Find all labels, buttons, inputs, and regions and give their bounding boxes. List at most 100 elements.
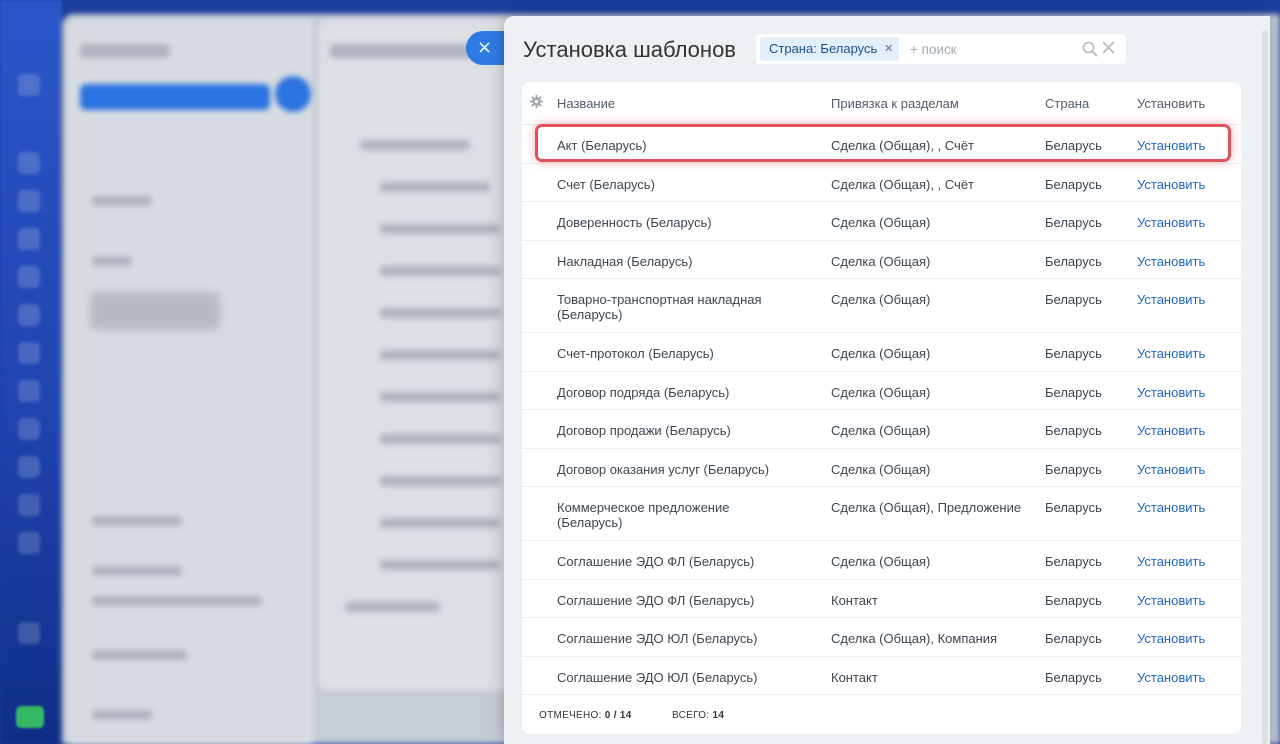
- background-line: [92, 650, 187, 660]
- background-line: [360, 140, 470, 150]
- background-line: [380, 182, 490, 192]
- template-sections: Сделка (Общая): [831, 346, 931, 361]
- install-link[interactable]: Установить: [1137, 346, 1205, 361]
- template-country: Беларусь: [1045, 670, 1102, 685]
- background-line: [345, 602, 440, 612]
- table-row: Соглашение ЭДО ЮЛ (Беларусь) Сделка (Обща…: [522, 617, 1241, 657]
- install-link[interactable]: Установить: [1137, 215, 1205, 230]
- table-header: Название Привязка к разделам Страна Уста…: [522, 82, 1241, 125]
- background-title: [80, 44, 170, 58]
- template-name: Договор продажи (Беларусь): [557, 423, 731, 438]
- template-sections: Сделка (Общая), , Счёт: [831, 177, 974, 192]
- table-row: Доверенность (Беларусь) Сделка (Общая) Бел…: [522, 201, 1241, 241]
- checked-counter: ОТМЕЧЕНО: 0 / 14: [539, 710, 632, 721]
- install-link[interactable]: Установить: [1137, 177, 1205, 192]
- gear-icon[interactable]: [530, 95, 543, 108]
- column-header-install[interactable]: Установить: [1137, 96, 1205, 111]
- table-row: Договор подряда (Беларусь) Сделка (Общая)…: [522, 371, 1241, 410]
- install-link[interactable]: Установить: [1137, 500, 1205, 515]
- background-line: [92, 196, 152, 206]
- install-link[interactable]: Установить: [1137, 631, 1205, 646]
- background-line: [380, 434, 500, 444]
- install-link[interactable]: Установить: [1137, 670, 1205, 685]
- template-name: Коммерческое предложение (Беларусь): [557, 500, 730, 530]
- background-line: [380, 308, 500, 318]
- search-icon[interactable]: [1082, 41, 1098, 57]
- template-sections: Контакт: [831, 593, 878, 608]
- column-header-country[interactable]: Страна: [1045, 96, 1089, 111]
- background-line: [380, 476, 500, 486]
- panel-scrollbar[interactable]: [1262, 30, 1268, 744]
- table-row: Соглашение ЭДО ФЛ (Беларусь) Сделка (Обща…: [522, 540, 1241, 580]
- background-line: [380, 518, 500, 528]
- template-name: Акт (Беларусь): [557, 138, 647, 153]
- template-name: Товарно-транспортная накладная (Беларусь…: [557, 292, 762, 322]
- background-line: [92, 596, 262, 606]
- remove-filter-icon[interactable]: ✕: [884, 37, 893, 61]
- template-name: Договор оказания услуг (Беларусь): [557, 462, 770, 477]
- background-line: [92, 516, 182, 526]
- clear-search-icon[interactable]: [1102, 41, 1115, 54]
- install-link[interactable]: Установить: [1137, 423, 1205, 438]
- template-name: Соглашение ЭДО ФЛ (Беларусь): [557, 554, 755, 569]
- install-link[interactable]: Установить: [1137, 254, 1205, 269]
- template-name: Соглашение ЭДО ЮЛ (Беларусь): [557, 631, 758, 646]
- table-row: Коммерческое предложение (Беларусь) Сделк…: [522, 486, 1241, 541]
- template-sections: Контакт: [831, 670, 878, 685]
- install-link[interactable]: Установить: [1137, 462, 1205, 477]
- filter-tag-label: Страна: Беларусь: [769, 41, 878, 56]
- column-header-sections[interactable]: Привязка к разделам: [831, 96, 959, 111]
- background-sidebar: [0, 0, 62, 744]
- install-link[interactable]: Установить: [1137, 593, 1205, 608]
- template-sections: Сделка (Общая): [831, 292, 931, 307]
- table-row: Накладная (Беларусь) Сделка (Общая) Белару…: [522, 240, 1241, 279]
- template-name: Счет (Беларусь): [557, 177, 655, 192]
- template-country: Беларусь: [1045, 138, 1102, 153]
- template-country: Беларусь: [1045, 346, 1102, 361]
- background-amount: [90, 292, 220, 330]
- template-sections: Сделка (Общая), , Счёт: [831, 138, 974, 153]
- template-sections: Сделка (Общая): [831, 385, 931, 400]
- install-link[interactable]: Установить: [1137, 138, 1205, 153]
- install-link[interactable]: Установить: [1137, 292, 1205, 307]
- template-country: Беларусь: [1045, 500, 1102, 515]
- template-country: Беларусь: [1045, 292, 1102, 307]
- template-country: Беларусь: [1045, 462, 1102, 477]
- background-title-2: [330, 44, 480, 58]
- templates-table: Название Привязка к разделам Страна Уста…: [522, 82, 1241, 734]
- filter-search-box[interactable]: Страна: Беларусь ✕: [756, 34, 1126, 64]
- background-line: [92, 710, 152, 720]
- template-name: Накладная (Беларусь): [557, 254, 693, 269]
- table-row: Акт (Беларусь) Сделка (Общая), , Счёт Бела…: [522, 124, 1241, 164]
- template-sections: Сделка (Общая): [831, 215, 931, 230]
- template-sections: Сделка (Общая): [831, 554, 931, 569]
- table-row: Соглашение ЭДО ФЛ (Беларусь) Контакт Белар…: [522, 579, 1241, 618]
- filter-tag-country[interactable]: Страна: Беларусь ✕: [760, 37, 900, 61]
- table-row: Договор продажи (Беларусь) Сделка (Общая)…: [522, 409, 1241, 449]
- background-line: [380, 392, 500, 402]
- template-sections: Сделка (Общая): [831, 423, 931, 438]
- background-button: [275, 76, 311, 112]
- template-name: Счет-протокол (Беларусь): [557, 346, 714, 361]
- column-header-name[interactable]: Название: [557, 96, 615, 111]
- table-row: Договор оказания услуг (Беларусь) Сделка …: [522, 448, 1241, 487]
- template-country: Беларусь: [1045, 177, 1102, 192]
- close-icon: ×: [477, 37, 493, 58]
- background-line: [380, 560, 500, 570]
- template-name: Доверенность (Беларусь): [557, 215, 712, 230]
- background-status-badge: [16, 706, 44, 728]
- template-country: Беларусь: [1045, 215, 1102, 230]
- template-name: Соглашение ЭДО ФЛ (Беларусь): [557, 593, 755, 608]
- template-country: Беларусь: [1045, 254, 1102, 269]
- background-line: [380, 266, 500, 276]
- background-line: [380, 224, 500, 234]
- install-link[interactable]: Установить: [1137, 554, 1205, 569]
- background-deal-card: [68, 20, 313, 744]
- template-name: Соглашение ЭДО ЮЛ (Беларусь): [557, 670, 758, 685]
- table-row: Счет (Беларусь) Сделка (Общая), , Счёт Бел…: [522, 163, 1241, 202]
- table-row: Счет-протокол (Беларусь) Сделка (Общая) Бе…: [522, 332, 1241, 372]
- table-row: Товарно-транспортная накладная (Беларусь…: [522, 278, 1241, 333]
- install-link[interactable]: Установить: [1137, 385, 1205, 400]
- template-sections: Сделка (Общая), Компания: [831, 631, 998, 646]
- search-input[interactable]: [910, 38, 1070, 60]
